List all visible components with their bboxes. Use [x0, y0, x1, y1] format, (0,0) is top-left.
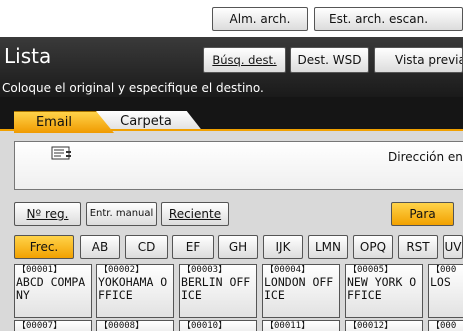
index-tab-ef[interactable]: EF [172, 235, 214, 259]
entry-name: BERLIN OFFICE [181, 275, 251, 302]
destination-entry[interactable]: 【00001】 ABCD COMPANY [14, 264, 92, 318]
destination-entry[interactable]: 【00004】 LONDON OFFICE [262, 264, 340, 318]
entry-number: 【000 [431, 321, 457, 331]
index-tab-rst[interactable]: RST [398, 235, 438, 259]
index-tab-frequent[interactable]: Frec. [14, 235, 74, 259]
entry-name: NEW YORK OFFICE [347, 275, 417, 302]
recent-button[interactable]: Reciente [161, 202, 229, 226]
destination-entry[interactable]: 【00002】 YOKOHAMA OFFICE [96, 264, 174, 318]
destination-entry[interactable]: 【000 [428, 320, 463, 331]
destination-entry[interactable]: 【000 LOS [428, 264, 463, 318]
registration-number-button[interactable]: Nº reg. [14, 202, 81, 226]
entry-number: 【00012】 [348, 321, 394, 331]
entry-number: 【00010】 [182, 321, 228, 331]
search-destination-button[interactable]: Búsq. dest. [203, 47, 286, 73]
entry-name: YOKOHAMA OFFICE [98, 275, 168, 302]
to-button[interactable]: Para [391, 202, 454, 226]
index-tab-uv[interactable]: UV [443, 235, 463, 259]
index-tab-gh[interactable]: GH [218, 235, 258, 259]
destination-entry[interactable]: 【00010】 [179, 320, 257, 331]
destination-entry[interactable]: 【00012】 [345, 320, 423, 331]
index-tab-ab[interactable]: AB [80, 235, 120, 259]
index-tab-opq[interactable]: OPQ [353, 235, 393, 259]
destination-field[interactable] [14, 141, 463, 190]
preview-button[interactable]: Vista previa [374, 47, 463, 73]
destination-entry[interactable]: 【00005】 NEW YORK OFFICE [345, 264, 423, 318]
entry-number: 【00007】 [17, 321, 63, 331]
instruction-text: Coloque el original y especifique el des… [2, 81, 264, 95]
entry-name: ABCD COMPANY [16, 275, 86, 302]
index-tab-cd[interactable]: CD [125, 235, 168, 259]
store-file-button[interactable]: Alm. arch. [212, 7, 308, 31]
page-title: Lista [4, 44, 52, 68]
destination-address-label: Dirección en [388, 150, 463, 164]
entry-number: 【00011】 [265, 321, 311, 331]
entry-name: LOS [430, 275, 451, 289]
entry-number: 【00008】 [99, 321, 145, 331]
search-destination-label: Búsq. dest. [212, 53, 277, 67]
destination-entry[interactable]: 【00008】 [96, 320, 174, 331]
destination-entry[interactable]: 【00011】 [262, 320, 340, 331]
destination-entry[interactable]: 【00007】 [14, 320, 92, 331]
index-tab-ijk[interactable]: IJK [263, 235, 303, 259]
wsd-destination-button[interactable]: Dest. WSD [290, 47, 369, 73]
scanned-file-status-button[interactable]: Est. arch. escan. [314, 7, 463, 31]
recent-label: Reciente [168, 207, 222, 221]
envelope-list-icon [51, 146, 71, 160]
registration-number-label: Nº reg. [26, 207, 69, 221]
manual-entry-button[interactable]: Entr. manual [86, 202, 157, 226]
index-tab-lmn[interactable]: LMN [308, 235, 348, 259]
entry-name: LONDON OFFICE [264, 275, 334, 302]
destination-entry[interactable]: 【00003】 BERLIN OFFICE [179, 264, 257, 318]
